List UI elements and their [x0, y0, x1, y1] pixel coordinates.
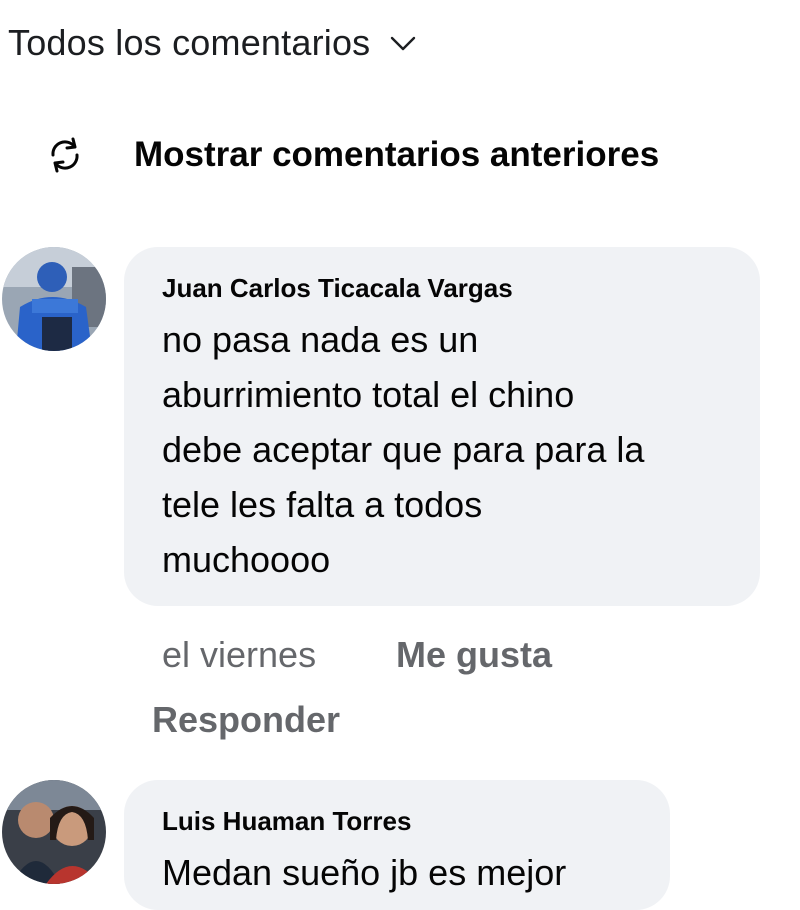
- comment-bubble: Juan Carlos Ticacala Vargas no pasa nada…: [124, 247, 760, 606]
- reply-button[interactable]: Responder: [152, 699, 340, 741]
- like-button[interactable]: Me gusta: [396, 634, 552, 676]
- comment-text-line: debe aceptar que para para la: [162, 429, 645, 470]
- comment-filter-dropdown[interactable]: Todos los comentarios: [8, 22, 418, 64]
- show-previous-comments-button[interactable]: Mostrar comentarios anteriores: [44, 134, 659, 176]
- comment-author[interactable]: Luis Huaman Torres: [162, 806, 632, 837]
- comment-text: no pasa nada es un aburrimiento total el…: [162, 312, 722, 587]
- comment-text-line: muchoooo: [162, 539, 331, 580]
- comment-text-line: Medan sueño jb es mejor: [162, 852, 567, 893]
- comment-text-line: aburrimiento total el chino: [162, 374, 575, 415]
- show-previous-comments-label: Mostrar comentarios anteriores: [134, 135, 660, 174]
- comment-filter-label: Todos los comentarios: [8, 22, 371, 63]
- comment-timestamp[interactable]: el viernes: [162, 634, 316, 676]
- avatar[interactable]: [2, 247, 106, 351]
- comment-text-line: tele les falta a todos: [162, 484, 483, 525]
- comment-text: Medan sueño jb es mejor: [162, 845, 632, 900]
- chevron-down-icon: [388, 28, 418, 58]
- avatar[interactable]: [2, 780, 106, 884]
- comment-bubble: Luis Huaman Torres Medan sueño jb es mej…: [124, 780, 670, 910]
- refresh-icon: [44, 134, 86, 176]
- comment-author[interactable]: Juan Carlos Ticacala Vargas: [162, 273, 722, 304]
- comment-text-line: no pasa nada es un: [162, 319, 479, 360]
